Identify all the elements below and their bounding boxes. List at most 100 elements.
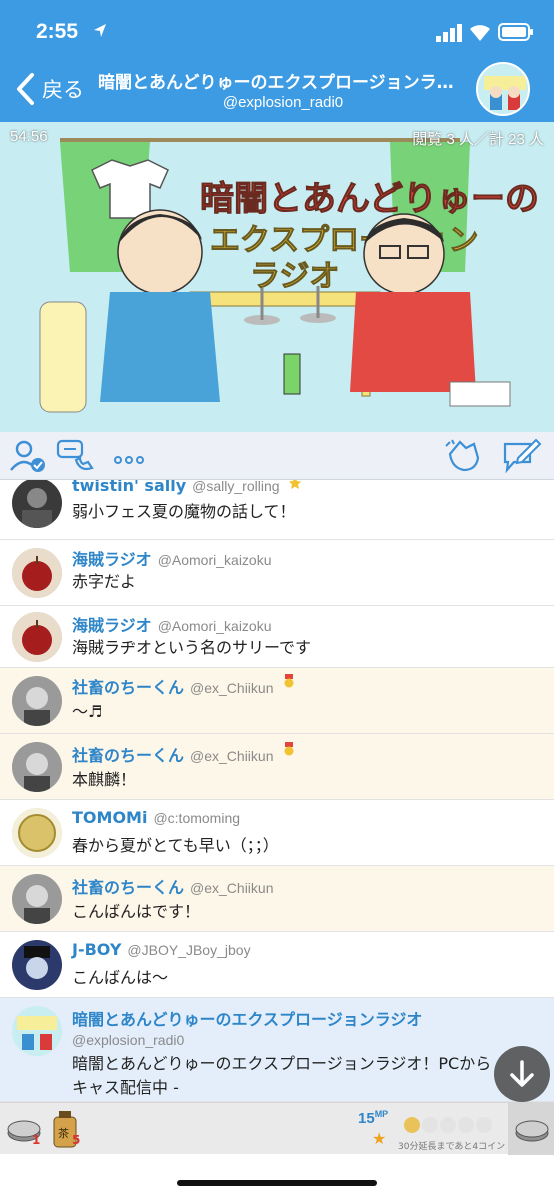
gift-coin-count: 1 bbox=[32, 1133, 41, 1147]
comment-author[interactable]: 社畜のちーくん @ex_Chiikun bbox=[72, 874, 274, 898]
call-icon[interactable] bbox=[56, 438, 96, 474]
coin-slot-filled bbox=[404, 1117, 420, 1133]
coin-slot-empty bbox=[476, 1117, 492, 1133]
elapsed-time: 54:56 bbox=[10, 128, 48, 145]
author-name: 海賊ラジオ bbox=[72, 550, 152, 569]
author-handle: @Aomori_kaizoku bbox=[157, 552, 272, 568]
chevron-left-icon bbox=[17, 73, 34, 105]
comment-text: 春から夏がとても早い（；；） bbox=[72, 836, 279, 855]
scroll-to-bottom-button[interactable] bbox=[494, 1046, 550, 1102]
comment-author[interactable]: twistin' sally @sally_rolling bbox=[72, 480, 302, 495]
gift-tea-button[interactable]: 茶 5 bbox=[50, 1109, 86, 1151]
coin-stack-icon bbox=[515, 1120, 549, 1142]
apple-avatar-image bbox=[12, 612, 62, 662]
action-toolbar bbox=[0, 432, 554, 480]
author-name: 社畜のちーくん bbox=[72, 746, 185, 765]
comment-text-line1: 暗闇とあんどりゅーのエクスプロージョンラジオ！PCから bbox=[72, 1054, 492, 1073]
comment-row[interactable]: 社畜のちーくん @ex_Chiikun 本麒麟！ bbox=[0, 734, 554, 800]
avatar[interactable] bbox=[12, 676, 62, 726]
mp-points: 15MP bbox=[358, 1109, 388, 1127]
status-bar: 2:55 bbox=[0, 0, 554, 58]
comment-row-broadcaster[interactable]: 暗闇とあんどりゅーのエクスプロージョンラジオ @explosion_radi0 … bbox=[0, 998, 554, 1102]
comment-text: 本麒麟！ bbox=[72, 770, 137, 789]
author-handle: @c:tomoming bbox=[153, 810, 241, 826]
radio-logo-icon bbox=[478, 64, 528, 114]
avatar[interactable] bbox=[12, 808, 62, 858]
send-coin-button[interactable] bbox=[508, 1103, 554, 1155]
author-name: 社畜のちーくん bbox=[72, 678, 185, 697]
author-name: 社畜のちーくん bbox=[72, 878, 185, 897]
author-name: twistin' sally bbox=[72, 480, 187, 495]
gift-tea-count: 5 bbox=[72, 1133, 81, 1147]
comment-list[interactable]: twistin' sally @sally_rolling 弱小フェス夏の魔物の話… bbox=[0, 480, 554, 1102]
comment-author[interactable]: J-BOY @JBOY_JBoy_jboy bbox=[72, 940, 251, 959]
avatar[interactable] bbox=[12, 480, 62, 528]
wifi-icon bbox=[470, 25, 490, 41]
tea-label: 茶 bbox=[58, 1127, 69, 1140]
broadcaster-handle[interactable]: @explosion_radi0 bbox=[98, 94, 468, 111]
back-label: 戻る bbox=[42, 78, 84, 102]
avatar[interactable] bbox=[12, 874, 62, 924]
avatar[interactable] bbox=[12, 940, 62, 990]
star-icon: ★ bbox=[372, 1129, 387, 1148]
star-badge-icon bbox=[288, 480, 301, 489]
comment-author-handle-line: @explosion_radi0 bbox=[72, 1030, 184, 1049]
author-name: TOMOMi bbox=[72, 808, 148, 827]
cellular-signal-icon bbox=[436, 24, 462, 42]
avatar[interactable] bbox=[12, 548, 62, 598]
home-indicator[interactable] bbox=[177, 1180, 377, 1186]
comment-text: 海賊ラヂオという名のサリーです bbox=[72, 638, 312, 657]
location-arrow-icon bbox=[94, 24, 106, 37]
comment-row[interactable]: 海賊ラジオ @Aomori_kaizoku 赤字だよ bbox=[0, 540, 554, 606]
user-avatar-image bbox=[12, 874, 62, 924]
bottom-gift-bar: 1 茶 5 15MP ★ 30分延長まであと4コイン bbox=[0, 1102, 554, 1155]
comment-row[interactable]: 社畜のちーくん @ex_Chiikun こんばんはです！ bbox=[0, 866, 554, 932]
avatar[interactable] bbox=[12, 612, 62, 662]
broadcast-title: 暗闇とあんどりゅーのエクスプロージョンラ… bbox=[98, 73, 454, 93]
coin-slot-empty bbox=[458, 1117, 474, 1133]
comment-author[interactable]: 暗闇とあんどりゅーのエクスプロージョンラジオ bbox=[72, 1006, 422, 1030]
comment-row[interactable]: 社畜のちーくん @ex_Chiikun 〜♬ bbox=[0, 668, 554, 734]
extension-text: 30分延長まであと4コイン bbox=[398, 1142, 506, 1152]
apple-avatar-image bbox=[12, 548, 62, 598]
comment-text: 赤字だよ bbox=[72, 572, 137, 591]
author-handle: @JBOY_JBoy_jboy bbox=[127, 942, 251, 958]
more-icon[interactable] bbox=[110, 438, 150, 474]
compose-icon[interactable] bbox=[502, 438, 542, 474]
comment-author[interactable]: 海賊ラジオ @Aomori_kaizoku bbox=[72, 612, 272, 636]
author-name: 暗闇とあんどりゅーのエクスプロージョンラジオ bbox=[72, 1010, 423, 1029]
user-avatar-image bbox=[12, 480, 62, 528]
broadcaster-avatar[interactable] bbox=[476, 62, 530, 116]
radio-logo-icon bbox=[12, 1006, 62, 1056]
status-time: 2:55 bbox=[36, 20, 79, 43]
battery-icon bbox=[498, 23, 533, 41]
gift-coin-button[interactable]: 1 bbox=[6, 1113, 46, 1149]
comment-text: 弱小フェス夏の魔物の話して！ bbox=[72, 502, 296, 521]
comment-row[interactable]: twistin' sally @sally_rolling 弱小フェス夏の魔物の話… bbox=[0, 480, 554, 540]
user-avatar-image bbox=[12, 676, 62, 726]
comment-row[interactable]: J-BOY @JBOY_JBoy_jboy こんばんは〜 bbox=[0, 932, 554, 998]
comment-author[interactable]: 海賊ラジオ @Aomori_kaizoku bbox=[72, 546, 272, 570]
arrow-down-icon bbox=[510, 1060, 534, 1087]
avatar[interactable] bbox=[12, 1006, 62, 1056]
avatar[interactable] bbox=[12, 742, 62, 792]
follow-check-icon[interactable] bbox=[8, 438, 48, 474]
applause-icon[interactable] bbox=[444, 438, 484, 474]
nav-header: 戻る 暗闇とあんどりゅーのエクスプロージョンラ… @explosion_radi… bbox=[0, 58, 554, 122]
coin-avatar-image bbox=[12, 808, 62, 858]
video-player[interactable]: 暗闇とあんどりゅーの エクスプロージョン ラジオ 54:56 閲覧 3 人／計 … bbox=[0, 122, 554, 432]
comment-row[interactable]: TOMOMi @c:tomoming 春から夏がとても早い（；；） bbox=[0, 800, 554, 866]
comment-text: 〜♬ bbox=[72, 702, 103, 721]
top-bar: 2:55 戻る 暗闇とあんどりゅーのエクスプロージョンラ… @explosion… bbox=[0, 0, 554, 122]
broadcast-artwork: 暗闇とあんどりゅーの エクスプロージョン ラジオ bbox=[0, 122, 554, 432]
comment-row[interactable]: 海賊ラジオ @Aomori_kaizoku 海賊ラヂオという名のサリーです bbox=[0, 606, 554, 668]
author-handle: @sally_rolling bbox=[192, 480, 280, 494]
back-button[interactable]: 戻る bbox=[14, 70, 84, 108]
comment-author[interactable]: 社畜のちーくん @ex_Chiikun bbox=[72, 742, 296, 766]
comment-text: こんばんは〜 bbox=[72, 968, 169, 987]
extension-coin-meter bbox=[404, 1117, 494, 1137]
comment-author[interactable]: TOMOMi @c:tomoming bbox=[72, 808, 240, 827]
coin-slot-empty bbox=[422, 1117, 438, 1133]
comment-text: こんばんはです！ bbox=[72, 902, 201, 921]
comment-author[interactable]: 社畜のちーくん @ex_Chiikun bbox=[72, 674, 296, 698]
